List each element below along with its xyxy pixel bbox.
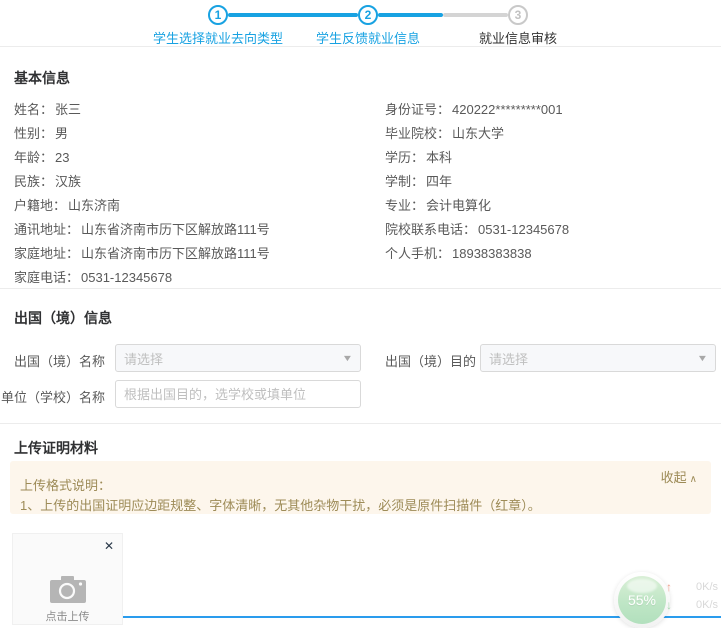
abroad-name-select-placeholder: 请选择 xyxy=(124,349,343,368)
download-arrow-icon: ↓ xyxy=(666,598,672,612)
chevron-up-icon: ∧ xyxy=(690,474,697,485)
field-home-phone: 家庭电话：0531-12345678 xyxy=(14,267,172,286)
abroad-purpose-select[interactable]: 请选择 ▼ xyxy=(480,344,716,372)
field-mailing-address: 通讯地址：山东省济南市历下区解放路111号 xyxy=(14,219,270,238)
close-icon[interactable]: ✕ xyxy=(104,540,114,552)
memory-percent-badge: 55% xyxy=(618,576,666,624)
field-gender: 性别：男 xyxy=(14,123,68,142)
field-school-phone: 院校联系电话：0531-12345678 xyxy=(385,219,569,238)
upload-speed-value: 0K/s xyxy=(684,581,718,593)
upload-arrow-icon: ↑ xyxy=(666,580,672,594)
upload-format-notice: 上传格式说明： 1、上传的出国证明应边距规整、字体清晰，无其他杂物干扰，必须是原… xyxy=(10,461,711,514)
step-3-circle: 3 xyxy=(508,5,528,25)
field-schooling-length: 学制：四年 xyxy=(385,171,452,190)
notice-title: 上传格式说明： xyxy=(20,475,111,494)
step-2-circle: 2 xyxy=(358,5,378,25)
section-divider-2 xyxy=(0,423,721,424)
header-divider xyxy=(0,46,721,47)
section-divider-1 xyxy=(0,288,721,289)
abroad-name-label: 出国（境）名称 xyxy=(0,351,105,370)
upload-section-title: 上传证明材料 xyxy=(14,438,98,458)
collapse-notice-link[interactable]: 收起∧ xyxy=(661,467,697,486)
step-2-label: 学生反馈就业信息 xyxy=(313,28,423,47)
abroad-org-label: 单位（学校）名称 xyxy=(0,387,105,406)
field-age: 年龄：23 xyxy=(14,147,69,166)
step-connector-1-2 xyxy=(228,13,358,17)
field-home-address: 家庭地址：山东省济南市历下区解放路111号 xyxy=(14,243,270,262)
abroad-purpose-label: 出国（境）目的 xyxy=(385,351,476,370)
field-ethnicity: 民族：汉族 xyxy=(14,171,81,190)
step-connector-2-3-done xyxy=(378,13,443,17)
download-speed-value: 0K/s xyxy=(684,599,718,611)
field-graduation-school: 毕业院校：山东大学 xyxy=(385,123,504,142)
notice-rule-1: 1、上传的出国证明应边距规整、字体清晰，无其他杂物干扰，必须是原件扫描件（红章）… xyxy=(20,495,541,514)
abroad-org-input[interactable] xyxy=(115,380,361,408)
step-1-label: 学生选择就业去向类型 xyxy=(148,28,288,47)
step-connector-2-3-pending xyxy=(443,13,508,17)
chevron-down-icon: ▼ xyxy=(342,353,354,363)
step-3-label: 就业信息审核 xyxy=(477,28,559,47)
field-id-number: 身份证号：420222*********001 xyxy=(385,99,563,118)
abroad-purpose-select-placeholder: 请选择 xyxy=(489,349,698,368)
speed-monitor-widget[interactable]: 55% xyxy=(614,572,670,628)
upload-dropzone[interactable]: ✕ 点击上传 xyxy=(12,533,123,625)
step-1-circle: 1 xyxy=(208,5,228,25)
field-personal-mobile: 个人手机：18938383838 xyxy=(385,243,532,262)
camera-icon xyxy=(49,574,87,609)
student-employment-form-page: 1 2 3 学生选择就业去向类型 学生反馈就业信息 就业信息审核 基本信息 姓名… xyxy=(0,0,721,618)
field-major: 专业：会计电算化 xyxy=(385,195,491,214)
upload-button-label: 点击上传 xyxy=(13,608,122,624)
basic-info-title: 基本信息 xyxy=(14,68,70,88)
abroad-info-title: 出国（境）信息 xyxy=(14,308,112,328)
field-education-level: 学历：本科 xyxy=(385,147,452,166)
chevron-down-icon: ▼ xyxy=(697,353,709,363)
field-name: 姓名：张三 xyxy=(14,99,81,118)
field-registered-residence: 户籍地：山东济南 xyxy=(14,195,120,214)
abroad-name-select[interactable]: 请选择 ▼ xyxy=(115,344,361,372)
